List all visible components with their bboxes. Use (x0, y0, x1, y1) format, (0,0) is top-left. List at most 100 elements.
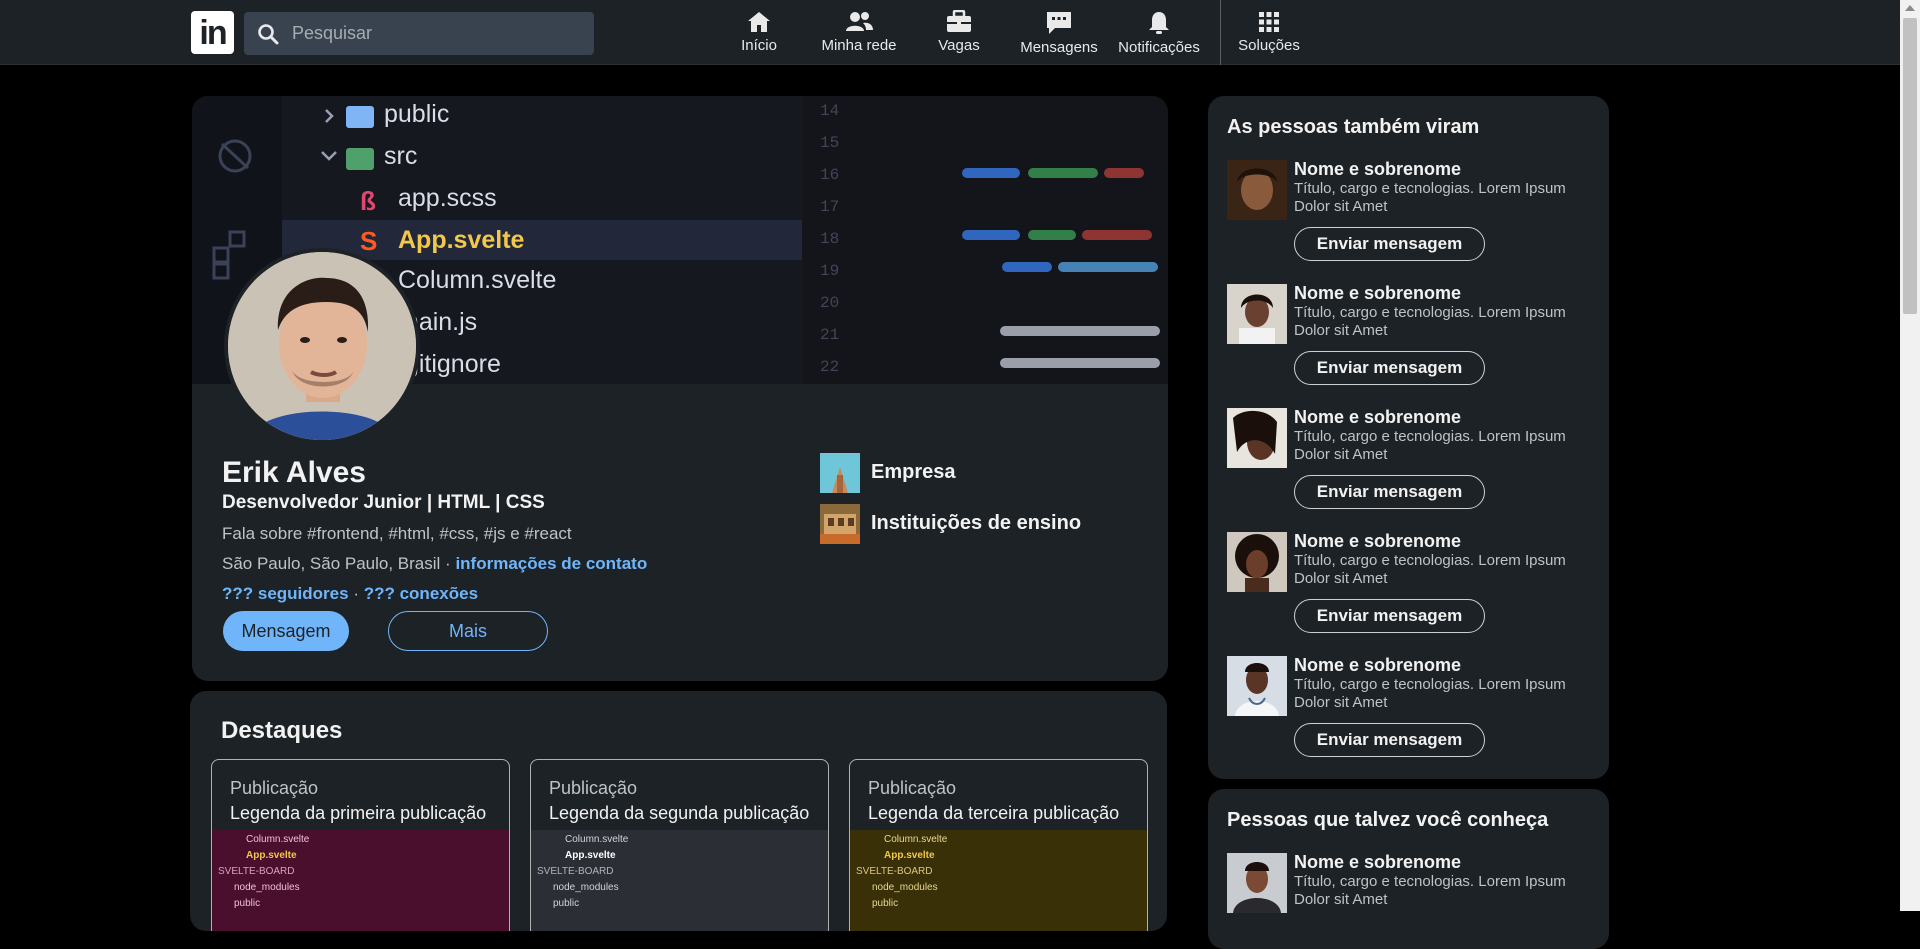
bell-icon (1149, 12, 1169, 34)
code-token (1000, 358, 1160, 368)
code-token (1082, 230, 1152, 240)
person-name[interactable]: Nome e sobrenome (1294, 159, 1461, 180)
post-kind: Publicação (230, 778, 319, 798)
person-name[interactable]: Nome e sobrenome (1294, 283, 1461, 304)
thumb-line: Column.svelte (565, 834, 629, 845)
grid-icon (1259, 12, 1279, 32)
profile-location: São Paulo, São Paulo, Brasil (222, 554, 441, 573)
thumb-line: node_modules (553, 882, 619, 893)
code-token (962, 168, 1020, 178)
person-name[interactable]: Nome e sobrenome (1294, 655, 1461, 676)
thumb-line: node_modules (872, 882, 938, 893)
nav-item-notificacoes[interactable]: Notificações (1117, 10, 1201, 60)
banner-code-area (802, 96, 1168, 384)
send-message-button[interactable]: Enviar mensagem (1294, 351, 1485, 385)
contact-info-link[interactable]: informações de contato (455, 554, 647, 573)
nav-item-vagas[interactable]: Vagas (937, 10, 981, 60)
tree-item: Column.svelte (398, 266, 557, 294)
people-you-may-know-card: Pessoas que talvez você conheça Nome e s… (1208, 789, 1609, 949)
post-caption: Legenda da primeira publicação (230, 803, 487, 823)
highlight-post-1[interactable]: Publicação Legenda da primeira publicaçã… (211, 759, 510, 931)
line-number: 17 (820, 198, 840, 216)
person-photo[interactable] (1227, 160, 1287, 220)
tree-item: src (384, 142, 418, 170)
send-message-button[interactable]: Enviar mensagem (1294, 723, 1485, 757)
post-caption: Legenda da terceira publicação (868, 803, 1120, 823)
thumb-line: SVELTE-BOARD (537, 866, 614, 877)
profile-headline: Desenvolvedor Junior | HTML | CSS (222, 492, 545, 513)
post-thumbnail: Column.svelte App.svelte SVELTE-BOARD no… (531, 830, 828, 931)
person-card: Nome e sobrenome Título, cargo e tecnolo… (1227, 156, 1597, 266)
education-row[interactable]: Instituições de ensino (820, 504, 1100, 544)
search-input[interactable] (292, 12, 582, 55)
highlight-post-3[interactable]: Publicação Legenda da terceira publicaçã… (849, 759, 1148, 931)
post-kind: Publicação (868, 778, 957, 798)
line-number: 20 (820, 294, 840, 312)
thumb-line: SVELTE-BOARD (856, 866, 933, 877)
more-button[interactable]: Mais (388, 611, 548, 651)
top-navbar: in Início Minha rede Vagas (0, 0, 1920, 65)
person-photo[interactable] (1227, 408, 1287, 468)
person-photo[interactable] (1227, 284, 1287, 344)
nav-item-mensagens[interactable]: Mensagens (1018, 10, 1100, 60)
thumb-line: App.svelte (246, 850, 297, 861)
code-token (962, 230, 1020, 240)
thumb-line: Column.svelte (246, 834, 310, 845)
education-name: Instituições de ensino (871, 512, 1082, 534)
line-number: 16 (820, 166, 840, 184)
network-icon (846, 12, 873, 31)
person-card: Nome e sobrenome Título, cargo e tecnolo… (1227, 652, 1597, 762)
nav-label: Vagas (938, 37, 980, 54)
tree-item: public (384, 100, 450, 128)
thumb-line: public (872, 898, 899, 909)
line-number: 14 (820, 102, 840, 120)
thumb-line: App.svelte (884, 850, 935, 861)
send-message-button[interactable]: Enviar mensagem (1294, 475, 1485, 509)
scroll-up-arrow-icon[interactable] (1905, 5, 1915, 11)
search-icon (258, 24, 279, 45)
send-message-button[interactable]: Enviar mensagem (1294, 599, 1485, 633)
code-token (1000, 326, 1160, 336)
person-photo[interactable] (1227, 853, 1287, 913)
thumb-line: SVELTE-BOARD (218, 866, 295, 877)
line-number: 21 (820, 326, 840, 344)
person-desc: Título, cargo e tecnologias. Lorem Ipsum… (1294, 428, 1566, 463)
chevrons-icon (321, 109, 337, 161)
nav-label: Mensagens (1020, 39, 1098, 56)
linkedin-logo[interactable]: in (191, 11, 234, 54)
nav-item-inicio[interactable]: Início (737, 10, 781, 60)
message-button[interactable]: Mensagem (223, 611, 349, 651)
profile-avatar[interactable] (224, 248, 420, 444)
nav-item-solucoes[interactable]: Soluções (1238, 10, 1300, 60)
person-name[interactable]: Nome e sobrenome (1294, 852, 1461, 873)
person-card: Nome e sobrenome Título, cargo e tecnolo… (1227, 528, 1597, 638)
person-name[interactable]: Nome e sobrenome (1294, 407, 1461, 428)
profile-about: Fala sobre #frontend, #html, #css, #js e… (222, 524, 572, 543)
school-logo (820, 504, 860, 544)
company-row[interactable]: Empresa (820, 453, 1080, 493)
profile-card: ß S public src app.scss App.svelte Colum… (192, 96, 1168, 681)
person-photo[interactable] (1227, 656, 1287, 716)
person-desc: Título, cargo e tecnologias. Lorem Ipsum… (1294, 873, 1566, 908)
person-name[interactable]: Nome e sobrenome (1294, 531, 1461, 552)
nav-item-minha-rede[interactable]: Minha rede (818, 10, 900, 60)
line-number: 22 (820, 358, 840, 376)
followers-link[interactable]: ??? seguidores (222, 584, 349, 603)
person-photo[interactable] (1227, 532, 1287, 592)
nav-divider (1220, 0, 1221, 65)
briefcase-icon (947, 10, 971, 32)
scrollbar-thumb[interactable] (1903, 18, 1917, 314)
person-desc: Título, cargo e tecnologias. Lorem Ipsum… (1294, 552, 1566, 587)
profile-name: Erik Alves (222, 456, 366, 489)
folder-open-icon (346, 148, 374, 170)
search-box[interactable] (244, 12, 594, 55)
company-logo (820, 453, 860, 493)
tree-item-active: App.svelte (398, 226, 525, 254)
send-message-button[interactable]: Enviar mensagem (1294, 227, 1485, 261)
highlight-post-2[interactable]: Publicação Legenda da segunda publicação… (530, 759, 829, 931)
tree-item: app.scss (398, 184, 497, 212)
post-thumbnail: Column.svelte App.svelte SVELTE-BOARD no… (212, 830, 509, 931)
line-number: 15 (820, 134, 840, 152)
connections-link[interactable]: ??? conexões (364, 584, 478, 603)
nav-label: Soluções (1238, 37, 1300, 54)
